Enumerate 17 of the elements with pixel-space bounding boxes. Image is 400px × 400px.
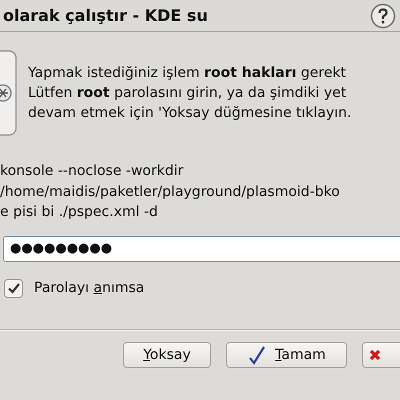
help-icon[interactable] — [370, 2, 396, 28]
command-text: konsole --noclose -workdir — [0, 162, 184, 181]
asterisk-icon — [0, 50, 18, 136]
ignore-button[interactable]: Yoksay — [123, 342, 211, 368]
message-text: Yapmak istediğiniz işlem root hakları gerekt — [28, 64, 348, 83]
message-text: Lütfen root parolasını girin, ya da şimdiki yet — [28, 84, 348, 103]
remember-checkbox[interactable] — [4, 278, 23, 298]
command-text: e pisi bi ./pspec.xml -d — [0, 203, 159, 222]
close-icon — [368, 348, 382, 362]
remember-label[interactable]: Parolayı anımsa — [34, 280, 144, 296]
ok-button[interactable]: Tamam — [226, 342, 347, 368]
cancel-button[interactable] — [362, 342, 400, 368]
password-field[interactable]: ●●●●●●●●● — [3, 236, 400, 262]
checkmark-icon — [247, 344, 268, 366]
message-text: devam etmek için 'Yoksay düğmesine tıklayın. — [28, 104, 352, 123]
window-title: olarak çalıştır - KDE su — [3, 6, 208, 25]
command-text: /home/maidis/paketler/playground/plasmoid-bko — [0, 182, 341, 202]
